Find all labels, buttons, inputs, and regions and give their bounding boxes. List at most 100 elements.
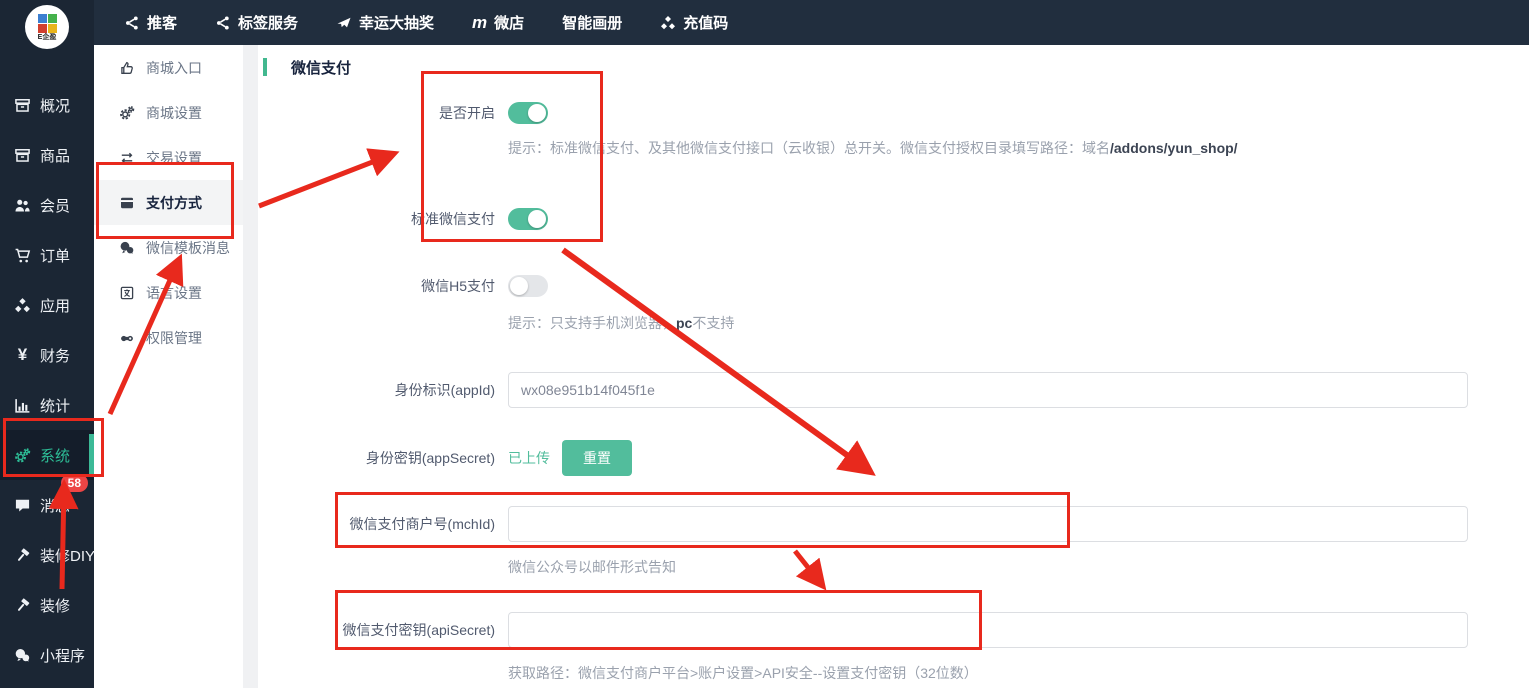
submenu-item-mall-entry[interactable]: 商城入口 bbox=[94, 45, 243, 90]
topnav-lottery[interactable]: 幸运大抽奖 bbox=[336, 12, 434, 33]
submenu-item-wechat-template[interactable]: 微信模板消息 bbox=[94, 225, 243, 270]
submenu-label: 权限管理 bbox=[146, 328, 202, 348]
logo-text: E企盈 bbox=[38, 34, 57, 41]
enable-row: 是否开启 bbox=[258, 102, 1529, 124]
apisecret-hint: 获取路径：微信支付商户平台>账户设置>API安全--设置支付密钥（32位数） bbox=[508, 663, 1529, 683]
secondary-sidebar: 商城入口 商城设置 交易设置 支付方式 微信模板消息 语言设置 权限管理 bbox=[94, 45, 243, 688]
page-title-text: 微信支付 bbox=[291, 57, 351, 78]
sidebar-item-system[interactable]: 系统 bbox=[0, 430, 94, 480]
mall-entry-icon bbox=[119, 60, 135, 76]
sidebar-item-orders[interactable]: 订单 bbox=[0, 230, 94, 280]
sidebar-item-miniprogram[interactable]: 小程序 bbox=[0, 630, 94, 680]
goods-icon bbox=[14, 147, 31, 164]
wechat-icon bbox=[119, 240, 135, 256]
enable-label: 是否开启 bbox=[258, 103, 508, 123]
standard-pay-label: 标准微信支付 bbox=[258, 209, 508, 229]
appsecret-label: 身份密钥(appSecret) bbox=[258, 448, 508, 468]
hint-text: 微信公众号以邮件形式告知 bbox=[508, 559, 676, 575]
reset-button[interactable]: 重置 bbox=[562, 440, 632, 476]
message-icon bbox=[14, 497, 31, 514]
hint-path-text: /addons/yun_shop/ bbox=[1110, 140, 1238, 156]
sidebar-item-label: 财务 bbox=[40, 345, 70, 366]
sidebar-item-label: 统计 bbox=[40, 395, 70, 416]
finance-icon: ¥ bbox=[14, 345, 31, 365]
lottery-icon bbox=[336, 15, 352, 31]
sidebar-item-decorate[interactable]: 装修 bbox=[0, 580, 94, 630]
weidian-m-icon: m bbox=[472, 14, 487, 31]
toggle-knob bbox=[528, 210, 546, 228]
apisecret-label: 微信支付密钥(apiSecret) bbox=[258, 620, 508, 640]
sidebar-item-label: 小程序 bbox=[40, 645, 85, 666]
hint-text: 提示：只支持手机浏览器， bbox=[508, 315, 676, 331]
appid-row: 身份标识(appId) bbox=[258, 372, 1529, 408]
sidebar-item-label: 系统 bbox=[40, 445, 70, 466]
gear-icon bbox=[119, 105, 135, 121]
topnav-tuike[interactable]: 推客 bbox=[124, 12, 177, 33]
sidebar-item-goods[interactable]: 商品 bbox=[0, 130, 94, 180]
logo-grid-icon bbox=[38, 14, 57, 33]
sidebar-item-stats[interactable]: 统计 bbox=[0, 380, 94, 430]
submenu-item-payment-methods[interactable]: 支付方式 bbox=[94, 180, 243, 225]
sidebar-item-finance[interactable]: ¥ 财务 bbox=[0, 330, 94, 380]
h5-pay-toggle[interactable] bbox=[508, 275, 548, 297]
mchid-input[interactable] bbox=[508, 506, 1468, 542]
wechat-pay-form: 是否开启 提示：标准微信支付、及其他微信支付接口（云收银）总开关。微信支付授权目… bbox=[258, 102, 1529, 683]
appsecret-uploaded-status: 已上传 bbox=[508, 448, 550, 468]
sidebar-item-messages[interactable]: 消息 58 bbox=[0, 480, 94, 530]
sidebar-item-label: 商品 bbox=[40, 145, 70, 166]
app-logo[interactable]: E企盈 bbox=[25, 5, 69, 49]
sidebar-item-label: 订单 bbox=[40, 245, 70, 266]
topnav-weidian[interactable]: m 微店 bbox=[472, 12, 524, 33]
enable-hint: 提示：标准微信支付、及其他微信支付接口（云收银）总开关。微信支付授权目录填写路径… bbox=[508, 138, 1529, 158]
h5-pay-row: 微信H5支付 bbox=[258, 275, 1529, 297]
hint-text: 获取路径：微信支付商户平台>账户设置>API安全--设置支付密钥（32位数） bbox=[508, 665, 978, 681]
overview-icon bbox=[14, 97, 31, 114]
toggle-knob bbox=[510, 277, 528, 295]
miniprogram-wechat-icon bbox=[14, 647, 31, 664]
submenu-label: 支付方式 bbox=[146, 193, 202, 213]
appid-input[interactable] bbox=[508, 372, 1468, 408]
sidebar-item-diy[interactable]: 装修DIY bbox=[0, 530, 94, 580]
apisecret-input[interactable] bbox=[508, 612, 1468, 648]
sidebar-item-label: 装修DIY bbox=[40, 545, 95, 566]
topnav-label: 充值码 bbox=[683, 12, 728, 33]
standard-pay-toggle[interactable] bbox=[508, 208, 548, 230]
apps-icon bbox=[14, 297, 31, 314]
trade-arrows-icon bbox=[119, 150, 135, 166]
topnav-tag-service[interactable]: 标签服务 bbox=[215, 12, 298, 33]
main-content: 微信支付 是否开启 提示：标准微信支付、及其他微信支付接口（云收银）总开关。微信… bbox=[258, 45, 1529, 688]
sidebar-menu: 概况 商品 会员 订单 应用 ¥ 财务 统计 系统 bbox=[0, 80, 94, 680]
topnav-label: 推客 bbox=[147, 12, 177, 33]
sidebar-item-label: 会员 bbox=[40, 195, 70, 216]
sidebar-item-members[interactable]: 会员 bbox=[0, 180, 94, 230]
topnav-smart-album[interactable]: 智能画册 bbox=[562, 12, 622, 33]
sidebar-content-gap bbox=[243, 45, 258, 688]
topnav-recharge-code[interactable]: 充值码 bbox=[660, 12, 728, 33]
topnav-label: 幸运大抽奖 bbox=[359, 12, 434, 33]
submenu-label: 商城入口 bbox=[146, 58, 202, 78]
sidebar-item-overview[interactable]: 概况 bbox=[0, 80, 94, 130]
submenu-label: 语言设置 bbox=[146, 283, 202, 303]
submenu-item-language-settings[interactable]: 语言设置 bbox=[94, 270, 243, 315]
submenu-item-permission[interactable]: 权限管理 bbox=[94, 315, 243, 360]
h5-hint: 提示：只支持手机浏览器，pc不支持 bbox=[508, 313, 1529, 333]
submenu-label: 商城设置 bbox=[146, 103, 202, 123]
share-icon bbox=[124, 15, 140, 31]
appsecret-row: 身份密钥(appSecret) 已上传 重置 bbox=[258, 440, 1529, 476]
sidebar-item-label: 装修 bbox=[40, 595, 70, 616]
system-gears-icon bbox=[14, 447, 31, 464]
mchid-label: 微信支付商户号(mchId) bbox=[258, 514, 508, 534]
submenu-item-mall-settings[interactable]: 商城设置 bbox=[94, 90, 243, 135]
topbar: 推客 标签服务 幸运大抽奖 m 微店 智能画册 充值码 bbox=[94, 0, 1529, 45]
mchid-hint: 微信公众号以邮件形式告知 bbox=[508, 557, 1529, 577]
topnav-label: 标签服务 bbox=[238, 12, 298, 33]
language-icon bbox=[119, 285, 135, 301]
appid-label: 身份标识(appId) bbox=[258, 380, 508, 400]
enable-toggle[interactable] bbox=[508, 102, 548, 124]
sidebar-item-label: 应用 bbox=[40, 295, 70, 316]
submenu-item-trade-settings[interactable]: 交易设置 bbox=[94, 135, 243, 180]
sidebar-item-apps[interactable]: 应用 bbox=[0, 280, 94, 330]
toggle-knob bbox=[528, 104, 546, 122]
sidebar-item-label: 概况 bbox=[40, 95, 70, 116]
topnav-label: 智能画册 bbox=[562, 12, 622, 33]
